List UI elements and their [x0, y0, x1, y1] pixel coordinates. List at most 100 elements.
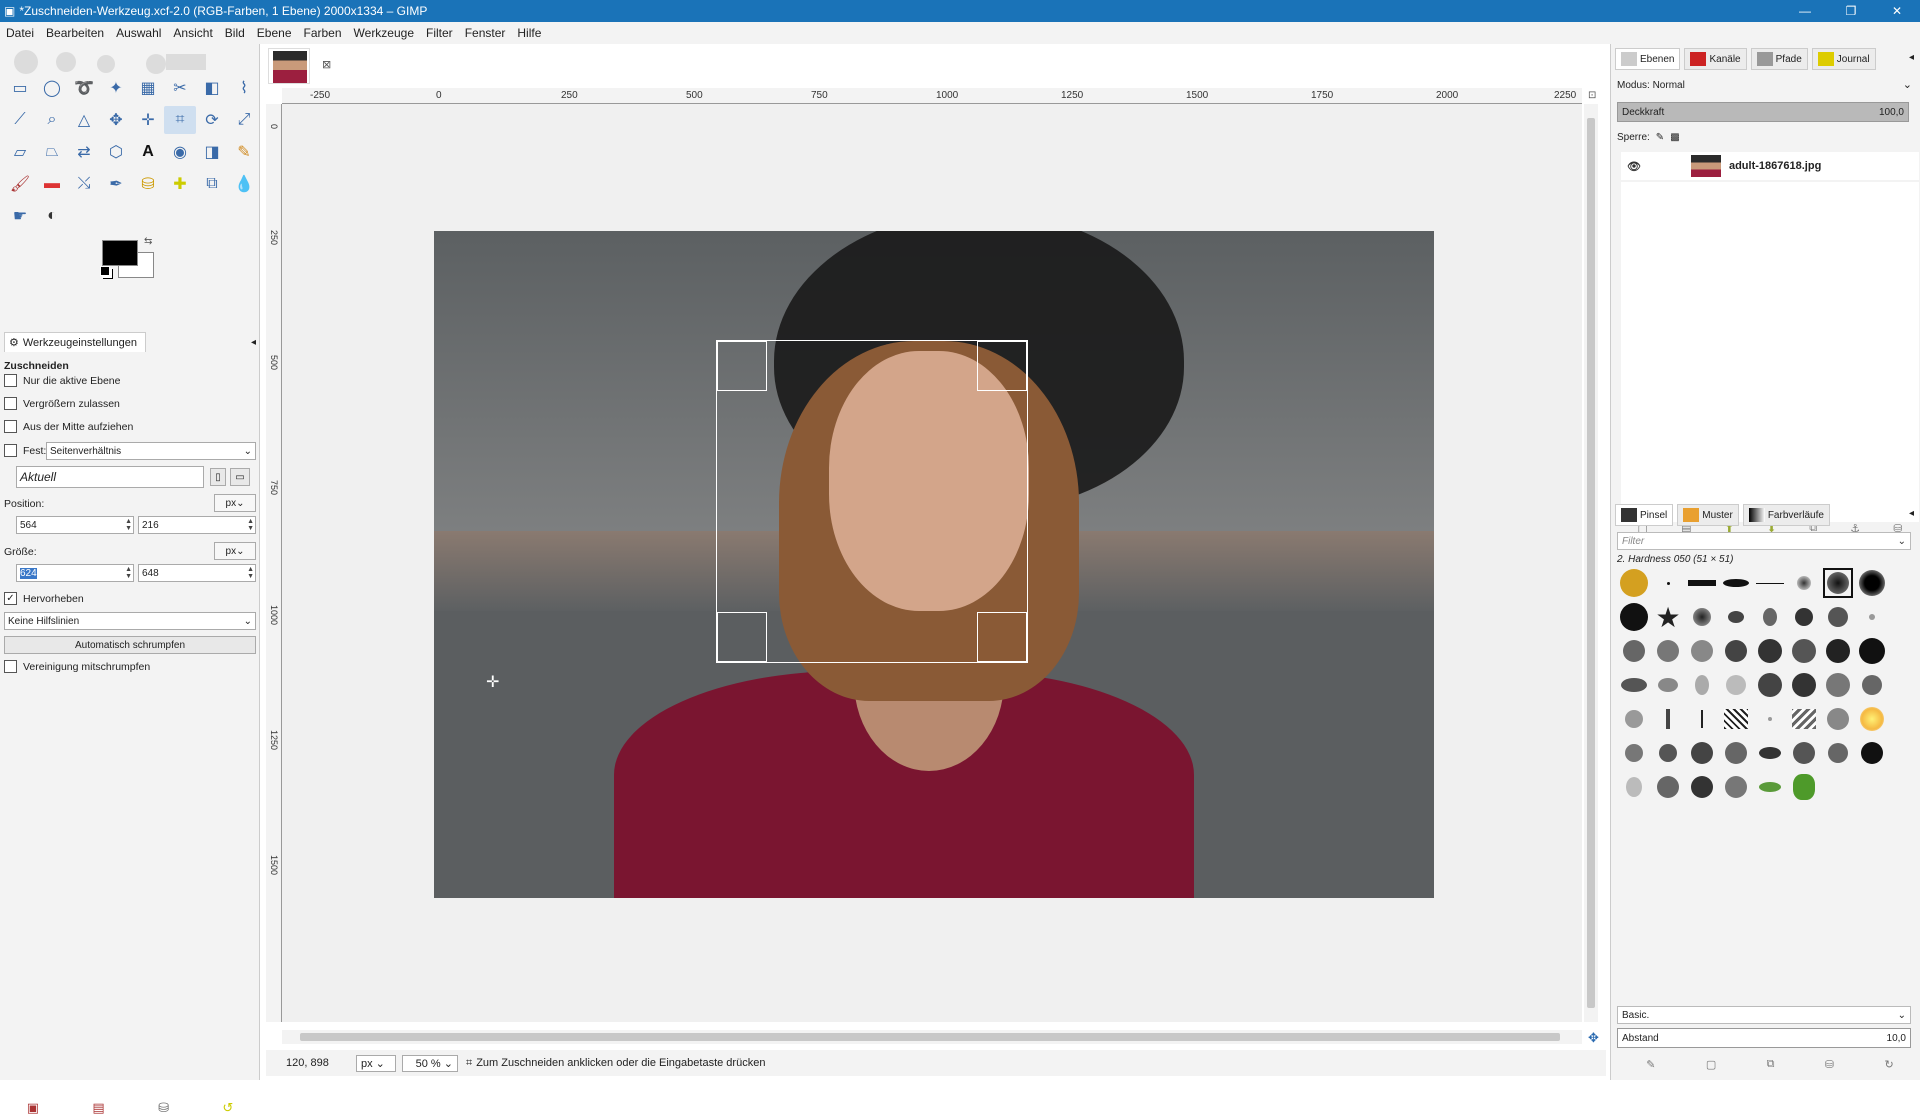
brush-item[interactable] — [1687, 670, 1717, 700]
brush-item[interactable] — [1619, 636, 1649, 666]
brush-item[interactable] — [1619, 568, 1649, 598]
spin-arrows-icon[interactable]: ▲ ▼ — [125, 566, 132, 580]
move-icon[interactable]: ✥ — [100, 106, 132, 134]
panel-menu-icon[interactable]: ◂ — [251, 337, 256, 348]
smudge-icon[interactable]: ☛ — [4, 202, 36, 230]
swap-colors-icon[interactable]: ⇆ — [144, 236, 152, 247]
brush-item[interactable] — [1687, 738, 1717, 768]
reset-options-icon[interactable]: ↺ — [222, 1100, 233, 1116]
brush-item[interactable] — [1653, 636, 1683, 666]
zoom-select[interactable]: 50 % ⌄ — [402, 1054, 458, 1072]
menu-ansicht[interactable]: Ansicht — [167, 26, 218, 40]
opacity-slider[interactable]: Deckkraft 100,0 — [1617, 102, 1909, 122]
brush-item[interactable] — [1755, 670, 1785, 700]
panel-menu-icon[interactable]: ◂ — [1909, 508, 1914, 519]
brush-item[interactable] — [1619, 670, 1649, 700]
foreground-color[interactable] — [102, 240, 138, 266]
new-brush-icon[interactable]: ▢ — [1706, 1058, 1716, 1071]
menu-bild[interactable]: Bild — [219, 26, 251, 40]
tab-tool-options[interactable]: ⚙ Werkzeugeinstellungen — [4, 332, 147, 352]
brush-item[interactable] — [1755, 738, 1785, 768]
brush-item[interactable] — [1619, 704, 1649, 734]
vertical-scrollbar[interactable] — [1584, 104, 1598, 1022]
restore-options-icon[interactable]: ▤ — [92, 1100, 104, 1116]
bucket-fill-icon[interactable]: ◉ — [164, 138, 196, 166]
gradient-icon[interactable]: ◨ — [196, 138, 228, 166]
size-width-field[interactable]: 624 ▲ ▼ — [16, 564, 134, 582]
ellipse-select-icon[interactable]: ◯ — [36, 74, 68, 102]
brush-item[interactable] — [1721, 772, 1751, 802]
brush-item[interactable] — [1789, 568, 1819, 598]
brush-item[interactable] — [1653, 704, 1683, 734]
brush-item[interactable] — [1653, 670, 1683, 700]
select-by-color-icon[interactable]: ▦ — [132, 74, 164, 102]
brush-item[interactable] — [1687, 602, 1717, 632]
brush-item[interactable] — [1789, 704, 1819, 734]
brush-item[interactable] — [1789, 772, 1819, 802]
brush-item[interactable]: ★ — [1653, 602, 1683, 633]
brush-item[interactable] — [1789, 636, 1819, 666]
menu-werkzeuge[interactable]: Werkzeuge — [348, 26, 420, 40]
size-unit-select[interactable]: px ⌄ — [214, 542, 256, 560]
save-options-icon[interactable]: ▣ — [27, 1100, 39, 1116]
crop-handle-top-right[interactable] — [977, 341, 1027, 391]
brush-item[interactable] — [1755, 636, 1785, 666]
menu-bearbeiten[interactable]: Bearbeiten — [40, 26, 110, 40]
ink-icon[interactable]: ✒ — [100, 170, 132, 198]
brush-filter-input[interactable]: Filter ⌄ — [1617, 532, 1911, 550]
navigate-icon[interactable]: ✥ — [1588, 1030, 1599, 1046]
refresh-brushes-icon[interactable]: ↻ — [1885, 1058, 1894, 1071]
tab-journal[interactable]: Journal — [1811, 48, 1876, 70]
panel-menu-icon[interactable]: ◂ — [1909, 52, 1914, 63]
mode-value[interactable]: Normal — [1653, 80, 1685, 91]
brush-item[interactable] — [1721, 670, 1751, 700]
reset-colors-icon[interactable] — [100, 266, 110, 276]
brush-item[interactable] — [1857, 704, 1887, 734]
portrait-icon[interactable]: ▯ — [210, 468, 226, 486]
brush-item[interactable] — [1721, 602, 1751, 632]
paths-icon[interactable]: ⌇ — [228, 74, 260, 102]
close-image-tab-icon[interactable]: ⊠ — [322, 58, 331, 71]
position-y-field[interactable]: 216 ▲ ▼ — [138, 516, 256, 534]
brush-item[interactable] — [1653, 772, 1683, 802]
brush-item[interactable] — [1721, 636, 1751, 666]
brush-item[interactable] — [1857, 670, 1887, 700]
visibility-eye-icon[interactable]: 👁 — [1627, 160, 1641, 173]
horizontal-scroll-thumb[interactable] — [300, 1033, 1560, 1041]
unit-select[interactable]: px ⌄ — [356, 1054, 396, 1072]
brush-item[interactable] — [1857, 602, 1887, 632]
landscape-icon[interactable]: ▭ — [230, 468, 250, 486]
foreground-select-icon[interactable]: ◧ — [196, 74, 228, 102]
brush-item[interactable] — [1789, 670, 1819, 700]
menu-hilfe[interactable]: Hilfe — [511, 26, 547, 40]
duplicate-brush-icon[interactable]: ⧉ — [1767, 1058, 1775, 1071]
close-button[interactable]: ✕ — [1874, 0, 1920, 22]
tab-ebenen[interactable]: Ebenen — [1615, 48, 1681, 70]
menu-auswahl[interactable]: Auswahl — [110, 26, 167, 40]
spacing-slider[interactable]: Abstand 10,0 — [1617, 1028, 1911, 1048]
tab-kanaele[interactable]: Kanäle — [1684, 48, 1747, 70]
brush-item[interactable] — [1857, 636, 1887, 666]
crop-handle-bottom-right[interactable] — [977, 612, 1027, 662]
position-unit-select[interactable]: px ⌄ — [214, 494, 256, 512]
airbrush-icon[interactable]: ⤯ — [68, 170, 100, 198]
layer-row[interactable]: 👁 adult-1867618.jpg — [1621, 152, 1919, 180]
brush-item[interactable] — [1619, 772, 1649, 802]
crop-icon[interactable]: ⌗ — [164, 106, 196, 134]
brush-item[interactable] — [1857, 568, 1887, 598]
brush-item[interactable] — [1755, 568, 1785, 598]
scale-icon[interactable]: ⤢ — [228, 106, 260, 134]
lasso-icon[interactable]: ➰ — [68, 74, 100, 102]
lock-alpha-icon[interactable]: ▩ — [1670, 132, 1679, 143]
aspect-current-field[interactable]: Aktuell — [16, 466, 204, 488]
horizontal-scrollbar[interactable] — [282, 1030, 1582, 1044]
brush-preset-select[interactable]: Basic. ⌄ — [1617, 1006, 1911, 1024]
maximize-button[interactable]: ❐ — [1828, 0, 1874, 22]
shear-icon[interactable]: ▱ — [4, 138, 36, 166]
align-icon[interactable]: ✛ — [132, 106, 164, 134]
brush-item[interactable] — [1653, 568, 1683, 598]
brush-item[interactable] — [1619, 738, 1649, 768]
spin-arrows-icon[interactable]: ▲ ▼ — [247, 518, 254, 532]
size-height-field[interactable]: 648 ▲ ▼ — [138, 564, 256, 582]
lock-pixels-icon[interactable]: ✎ — [1656, 132, 1664, 143]
